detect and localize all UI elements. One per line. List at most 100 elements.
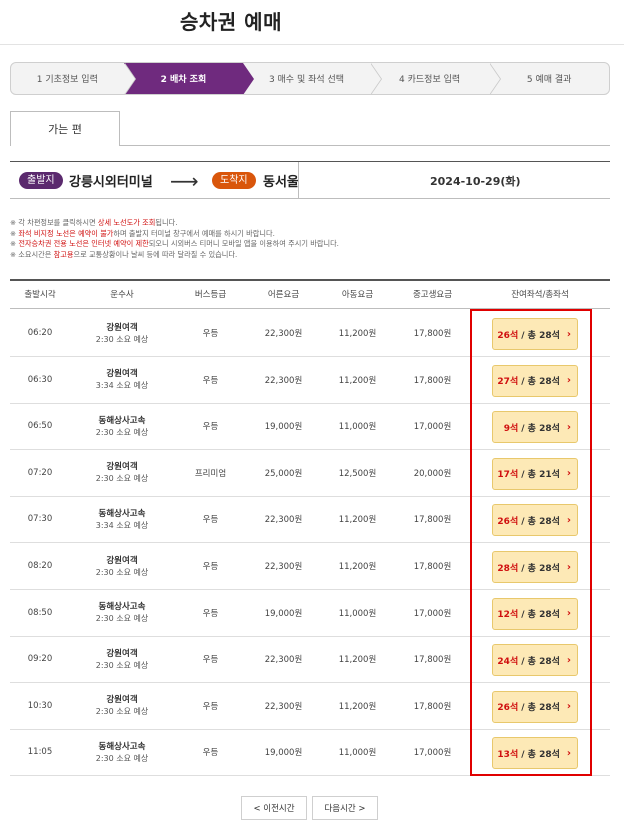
seat-select-button[interactable]: 17석 / 총 21석 › — [492, 457, 578, 490]
bus-grade-cell: 우등 — [174, 543, 247, 589]
company-cell: 강원여객 2:30 소요 예상 — [70, 683, 174, 729]
student-fare-cell: 17,800원 — [395, 683, 470, 729]
column-header: 버스등급 — [194, 290, 227, 300]
seat-select-button[interactable]: 12석 / 총 28석 › — [492, 597, 578, 630]
tab-outbound[interactable]: 가는 편 — [10, 111, 120, 146]
company-name: 동해상사고속 — [98, 508, 146, 519]
chevron-right-icon: › — [566, 561, 571, 573]
step-label: 1 기초정보 입력 — [36, 75, 98, 85]
departure-time-cell: 06:50 — [10, 403, 70, 449]
seat-select-button[interactable]: 26석 / 총 28석 › — [492, 690, 578, 723]
schedule-row[interactable]: 11:05 동해상사고속 2:30 소요 예상 우등 19,000원 11,000원 17,… — [10, 729, 610, 777]
notice-line: ※ 소요시간은 참고용으로 교통상황이나 날씨 등에 따라 달라질 수 있습니다… — [10, 250, 610, 261]
bus-grade: 우등 — [202, 422, 219, 433]
remaining-seats: 17석 — [497, 470, 519, 481]
schedule-row[interactable]: 09:20 강원여객 2:30 소요 예상 우등 22,300원 11,200원 17,80… — [10, 636, 610, 684]
arrival-terminal: 동서울 — [263, 175, 299, 190]
bus-grade-cell: 우등 — [174, 310, 247, 356]
adult-fare-cell: 22,300원 — [247, 543, 320, 589]
notice-list: ※ 각 차편정보를 클릭하시면 상세 노선도가 조회됩니다. ※ 좌석 비지정 노… — [10, 218, 610, 260]
chevron-right-icon: › — [566, 701, 571, 713]
step-label: 5 예매 결과 — [526, 75, 572, 85]
schedule-row[interactable]: 06:50 동해상사고속 2:30 소요 예상 우등 19,000원 11,000원 17,… — [10, 403, 610, 451]
child-fare: 11,200원 — [338, 375, 377, 386]
child-fare-cell: 11,000원 — [320, 729, 395, 775]
company-cell: 동해상사고속 2:30 소요 예상 — [70, 729, 174, 775]
departure-time: 07:30 — [27, 514, 53, 525]
seat-select-button[interactable]: 26석 / 총 28석 › — [492, 504, 578, 537]
company-name: 강원여객 — [106, 369, 138, 380]
student-fare-cell: 17,000원 — [395, 590, 470, 636]
duration-estimate: 2:30 소요 예상 — [95, 753, 149, 763]
notice-red: 참고용 — [53, 249, 74, 259]
adult-fare-cell: 19,000원 — [247, 590, 320, 636]
schedule-row[interactable]: 10:30 강원여객 2:30 소요 예상 우등 22,300원 11,200원 17,80… — [10, 683, 610, 730]
notice-red: 좌석 비지정 노선은 예약이 불가 — [18, 228, 114, 238]
adult-fare: 22,300원 — [264, 562, 303, 572]
child-fare: 11,200원 — [338, 701, 377, 712]
company-cell: 강원여객 2:30 소요 예상 — [70, 543, 174, 589]
step-chevron — [369, 63, 381, 94]
seat-select-button[interactable]: 26석 / 총 28석 › — [492, 318, 578, 350]
adult-fare: 22,300원 — [264, 701, 303, 712]
step-1: 1 기초정보 입력 — [11, 63, 136, 94]
schedule-row[interactable]: 07:30 동해상사고속 3:34 소요 예상 우등 22,300원 11,200원 17,… — [10, 496, 610, 544]
child-fare-cell: 11,200원 — [320, 683, 395, 729]
company-cell: 강원여객 2:30 소요 예상 — [70, 450, 174, 496]
arrival-badge: 도착지 — [212, 172, 256, 189]
remaining-seats: 26석 — [497, 516, 519, 527]
column-header: 아동요금 — [341, 290, 374, 300]
reservation-stepper: 1 기초정보 입력 2 배차 조회 3 매수 및 좌석 선택 4 카드정보 입력 5 예… — [10, 62, 610, 95]
chevron-right-icon: › — [566, 608, 571, 620]
step-4: 4 카드정보 입력 — [370, 63, 502, 94]
bus-grade: 우등 — [202, 748, 219, 759]
notice-line: ※ 각 차편정보를 클릭하시면 상세 노선도가 조회됩니다. — [10, 218, 610, 229]
seat-select-button[interactable]: 27석 / 총 28석 › — [492, 364, 578, 397]
departure-badge: 출발지 — [19, 172, 63, 189]
student-fare: 17,000원 — [413, 608, 452, 619]
seat-select-button[interactable]: 9석 / 총 28석 › — [492, 411, 578, 444]
student-fare-cell: 17,800원 — [395, 357, 470, 403]
column-header: 중고생요금 — [412, 290, 453, 300]
child-fare: 11,200원 — [338, 329, 377, 339]
seat-select-button[interactable]: 24석 / 총 28석 › — [492, 644, 578, 677]
prev-time-button[interactable]: < 이전시간 — [241, 796, 307, 820]
departure-time: 08:20 — [27, 561, 53, 571]
arrow-right-icon: ⟶ — [170, 169, 199, 193]
schedule-row[interactable]: 07:20 강원여객 2:30 소요 예상 프리미엄 25,000원 12,500원 20,… — [10, 450, 610, 497]
adult-fare-cell: 22,300원 — [247, 683, 320, 729]
bus-grade: 우등 — [202, 329, 219, 339]
child-fare: 11,000원 — [338, 608, 377, 619]
bus-grade-cell: 우등 — [174, 590, 247, 636]
schedule-row[interactable]: 06:20 강원여객 2:30 소요 예상 우등 22,300원 11,200원 17,80… — [10, 310, 610, 357]
student-fare: 17,800원 — [413, 375, 452, 386]
student-fare: 17,800원 — [413, 701, 452, 712]
notice-prefix: ※ 각 차편정보를 클릭하시면 — [10, 218, 98, 227]
seat-select-button[interactable]: 13석 / 총 28석 › — [492, 737, 578, 770]
adult-fare-cell: 19,000원 — [247, 403, 320, 449]
duration-estimate: 2:30 소요 예상 — [95, 474, 149, 484]
title-divider — [0, 44, 624, 45]
company-cell: 강원여객 2:30 소요 예상 — [70, 310, 174, 356]
departure-time: 08:50 — [27, 607, 53, 618]
student-fare-cell: 20,000원 — [395, 450, 470, 496]
adult-fare-cell: 22,300원 — [247, 636, 320, 682]
next-time-button[interactable]: 다음시간 > — [312, 796, 378, 820]
schedule-row[interactable]: 08:20 강원여객 2:30 소요 예상 우등 22,300원 11,200원 17,80… — [10, 543, 610, 590]
schedule-row[interactable]: 08:50 동해상사고속 2:30 소요 예상 우등 19,000원 11,000원 17,… — [10, 590, 610, 637]
adult-fare: 19,000원 — [264, 608, 303, 619]
remaining-seats: 26석 — [497, 330, 519, 341]
schedule-row[interactable]: 06:30 강원여객 3:34 소요 예상 우등 22,300원 11,200원 17,80… — [10, 357, 610, 404]
bus-grade-cell: 우등 — [174, 357, 247, 403]
company-cell: 강원여객 2:30 소요 예상 — [70, 636, 174, 682]
remaining-seats: 28석 — [497, 563, 519, 574]
company-name: 동해상사고속 — [98, 602, 146, 613]
departure-time-cell: 08:20 — [10, 543, 70, 589]
notice-red: 상세 노선도가 조회 — [97, 218, 156, 227]
departure-time-cell: 10:30 — [10, 683, 70, 729]
notice-suffix: 으로 교통상황이나 날씨 등에 따라 달라질 수 있습니다. — [73, 249, 238, 259]
total-seats: / 총 28석 — [521, 516, 560, 527]
bus-grade-cell: 우등 — [174, 636, 247, 682]
departure-time-cell: 08:50 — [10, 590, 70, 636]
seat-select-button[interactable]: 28석 / 총 28석 › — [492, 551, 578, 583]
